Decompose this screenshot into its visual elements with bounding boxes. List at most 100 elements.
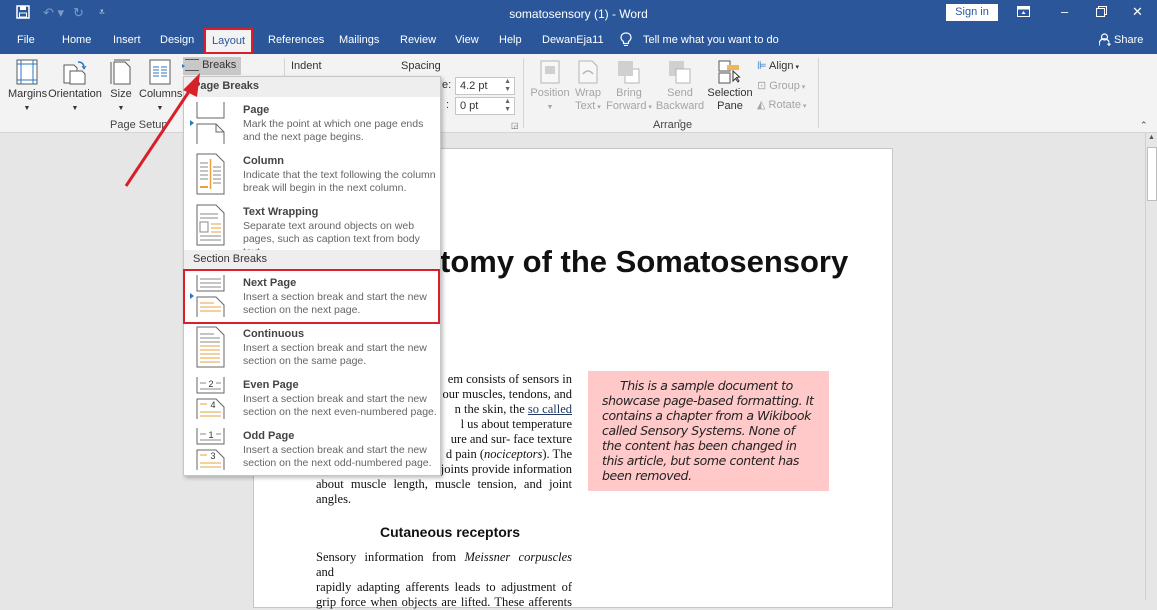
menu-item-desc: Insert a section break and start the new…	[243, 342, 427, 367]
menu-item-label: Page	[243, 104, 270, 116]
tab-dewaneja11[interactable]: DewanEja11	[542, 34, 604, 46]
ribbon-separator	[818, 58, 819, 128]
tab-file[interactable]: File	[17, 34, 35, 46]
selection-pane-label: Selection	[707, 87, 753, 99]
tab-references[interactable]: References	[268, 34, 324, 46]
tell-me-search[interactable]: Tell me what you want to do	[643, 34, 779, 46]
text-wrapping-icon	[196, 204, 225, 246]
send-backward-icon	[669, 61, 691, 84]
margins-button[interactable]: Margins ▼	[8, 59, 48, 115]
ribbon-display-icon[interactable]	[1017, 5, 1030, 20]
menu-item-label: Column	[243, 155, 284, 167]
collapse-ribbon-icon[interactable]: ⌃	[1140, 120, 1148, 131]
close-icon[interactable]: ✕	[1132, 4, 1143, 20]
selection-pane-label-2: Pane	[717, 100, 743, 112]
margins-label: Margins	[8, 88, 48, 100]
text-line: rapidly adapting afferents leads to adju…	[316, 580, 572, 594]
position-label: Position	[530, 87, 570, 99]
spacing-label: Spacing	[401, 60, 441, 72]
rotate-icon: ◭	[757, 99, 766, 111]
svg-text:2: 2	[208, 379, 213, 389]
lightbulb-icon	[620, 32, 632, 50]
svg-text:1: 1	[208, 430, 213, 440]
menu-item-label: Even Page	[243, 379, 299, 391]
spinner-arrows[interactable]: ▲ ▼	[504, 78, 511, 94]
spacing-before-input[interactable]: 4.2 pt ▲ ▼	[455, 77, 515, 95]
restore-icon[interactable]	[1096, 5, 1107, 20]
indent-label: Indent	[291, 60, 322, 72]
position-icon	[540, 60, 560, 84]
menu-item-label: Odd Page	[243, 430, 295, 442]
wrap-text-button[interactable]: Wrap Text ▾	[573, 60, 603, 114]
bring-forward-button[interactable]: Bring Forward ▾	[605, 60, 653, 114]
column-break-icon	[196, 153, 225, 195]
send-backward-button[interactable]: Send Backward ▾	[654, 60, 706, 128]
orientation-icon	[63, 61, 87, 85]
continuous-icon	[196, 326, 225, 368]
send-backward-label-2: Backward	[655, 100, 705, 112]
document-title: tomy of the Somatosensory	[440, 244, 849, 279]
align-button[interactable]: ⊫ Align ▾	[757, 60, 799, 74]
spinner-arrows[interactable]: ▲ ▼	[504, 98, 511, 114]
menu-item-desc: Insert a section break and start the new…	[243, 393, 437, 418]
menu-item-column[interactable]: Column Indicate that the text following …	[184, 149, 440, 199]
scroll-up-icon[interactable]: ▲	[1148, 134, 1155, 141]
sidebar-note: This is a sample document to showcase pa…	[588, 371, 829, 491]
paragraph-dialog-launcher-icon[interactable]: ◲	[511, 121, 519, 130]
tab-insert[interactable]: Insert	[113, 34, 141, 46]
size-button[interactable]: Size ▼	[108, 59, 134, 115]
bring-forward-label: Bring	[616, 87, 642, 99]
menu-item-label: Continuous	[243, 328, 305, 340]
margins-icon	[16, 59, 38, 85]
tab-design[interactable]: Design	[160, 34, 194, 46]
menu-item-even-page[interactable]: 24 Even Page Insert a section break and …	[184, 373, 440, 423]
bring-forward-label-2: Forward	[606, 100, 647, 112]
arrange-group-label: Arrange	[653, 119, 693, 131]
ribbon-separator	[523, 58, 524, 128]
spacing-after-input[interactable]: 0 pt ▲ ▼	[455, 97, 515, 115]
align-icon: ⊫	[757, 60, 767, 72]
next-page-highlight-box	[183, 269, 440, 324]
orientation-button[interactable]: Orientation ▼	[48, 59, 102, 115]
orientation-label: Orientation	[48, 88, 102, 100]
tab-mailings[interactable]: Mailings	[339, 34, 379, 46]
vertical-scrollbar[interactable]: ▲	[1145, 133, 1157, 600]
svg-text:3: 3	[210, 451, 215, 461]
rotate-button[interactable]: ◭ Rotate ▾	[757, 99, 806, 113]
page-breaks-header: Page Breaks	[184, 77, 440, 97]
menu-item-page[interactable]: Page Mark the point at which one page en…	[184, 98, 440, 148]
wrap-text-icon	[578, 60, 598, 84]
menu-item-text-wrapping[interactable]: Text Wrapping Separate text around objec…	[184, 200, 440, 258]
spacing-after-value: 0 pt	[460, 100, 479, 112]
group-icon: ⊡	[757, 80, 767, 92]
text-line: about muscle length, muscle tension, and…	[316, 477, 572, 491]
columns-icon	[149, 59, 171, 85]
tab-review[interactable]: Review	[400, 34, 436, 46]
tab-view[interactable]: View	[455, 34, 479, 46]
selection-pane-button[interactable]: Selection Pane	[707, 60, 753, 113]
sign-in-button[interactable]: Sign in	[946, 4, 998, 21]
text-line: Sensory information from Meissner corpus…	[316, 550, 573, 579]
pointer-icon	[190, 120, 194, 126]
position-button[interactable]: Position ▼	[529, 60, 571, 114]
columns-button[interactable]: Columns ▼	[139, 59, 182, 115]
scrollbar-thumb[interactable]	[1147, 147, 1157, 201]
spacing-before-value: 4.2 pt	[460, 80, 488, 92]
even-page-icon: 24	[196, 377, 225, 419]
rotate-label: Rotate	[768, 99, 801, 111]
share-icon[interactable]	[1098, 33, 1112, 49]
odd-page-icon: 13	[196, 428, 225, 470]
menu-item-odd-page[interactable]: 13 Odd Page Insert a section break and s…	[184, 424, 440, 474]
menu-item-label: Text Wrapping	[243, 206, 319, 218]
size-icon	[110, 59, 131, 85]
menu-item-continuous[interactable]: Continuous Insert a section break and st…	[184, 322, 440, 372]
tab-help[interactable]: Help	[499, 34, 522, 46]
tab-home[interactable]: Home	[62, 34, 91, 46]
text-line: angles.	[316, 492, 352, 506]
tab-layout[interactable]: Layout	[204, 28, 254, 54]
share-button[interactable]: Share	[1114, 34, 1143, 46]
group-button[interactable]: ⊡ Group ▾	[757, 80, 805, 94]
minimize-icon[interactable]: –	[1061, 4, 1068, 19]
section-heading: Cutaneous receptors	[380, 524, 521, 540]
breaks-button[interactable]: Breaks ▾	[182, 57, 241, 84]
